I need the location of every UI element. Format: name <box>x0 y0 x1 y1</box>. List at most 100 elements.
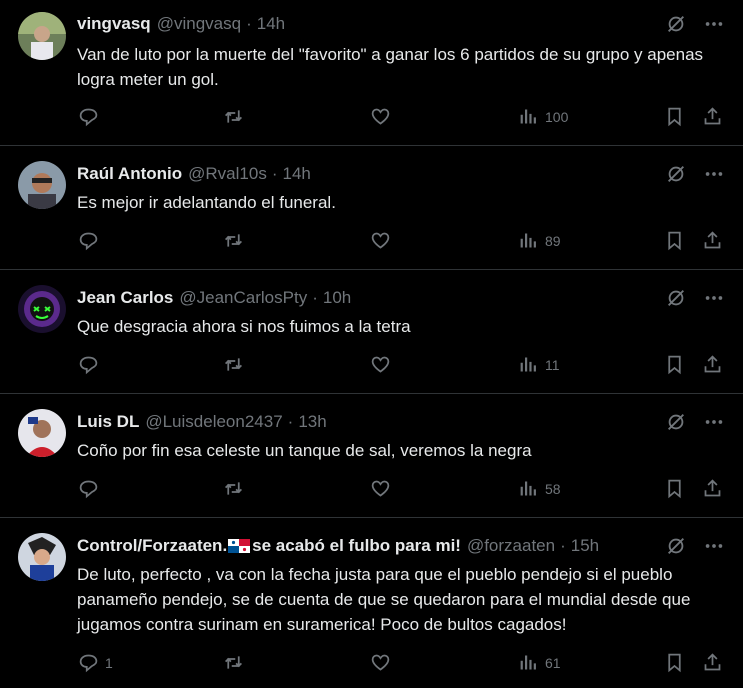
reply-icon <box>79 480 98 499</box>
author-handle[interactable]: @forzaaten <box>467 536 555 556</box>
author-handle[interactable]: @JeanCarlosPty <box>179 288 307 308</box>
views-icon <box>520 357 536 372</box>
views-button[interactable]: 100 <box>518 106 568 127</box>
more-icon[interactable] <box>703 411 725 433</box>
like-button[interactable] <box>370 354 391 375</box>
action-bar: 100 <box>0 106 743 130</box>
views-button[interactable]: 61 <box>518 652 561 673</box>
like-button[interactable] <box>370 230 391 251</box>
author-handle[interactable]: @Luisdeleon2437 <box>145 412 282 432</box>
reply-icon <box>79 654 98 673</box>
timestamp[interactable]: 14h <box>283 164 311 184</box>
views-count: 61 <box>545 654 561 671</box>
avatar[interactable] <box>18 409 66 457</box>
grok-icon[interactable] <box>665 13 687 35</box>
tweet-header: Raúl Antonio @Rval10s · 14h <box>77 163 311 185</box>
bookmark-button[interactable] <box>664 652 685 673</box>
author-name[interactable]: Luis DL <box>77 412 139 432</box>
retweet-button[interactable] <box>223 478 244 499</box>
reply-button[interactable] <box>78 478 105 499</box>
share-icon <box>704 107 721 125</box>
grok-icon[interactable] <box>665 287 687 309</box>
timestamp[interactable]: 15h <box>571 536 599 556</box>
views-icon <box>520 109 536 124</box>
tweet-text: Que desgracia ahora si nos fuimos a la t… <box>77 317 411 336</box>
like-icon <box>371 356 390 373</box>
bookmark-button[interactable] <box>664 106 685 127</box>
share-button[interactable] <box>702 354 723 375</box>
author-handle[interactable]: @vingvasq <box>157 14 241 34</box>
separator: · <box>271 164 278 183</box>
more-icon[interactable] <box>703 287 725 309</box>
bookmark-button[interactable] <box>664 354 685 375</box>
tweet-text: Van de luto por la muerte del "favorito"… <box>77 45 704 89</box>
views-count: 11 <box>545 356 560 373</box>
grok-icon[interactable] <box>665 535 687 557</box>
tweet[interactable]: vingvasq @vingvasq · 14h Van de luto por… <box>0 0 743 146</box>
reply-button[interactable] <box>78 106 105 127</box>
retweet-button[interactable] <box>223 652 244 673</box>
more-icon[interactable] <box>703 13 725 35</box>
more-icon[interactable] <box>703 163 725 185</box>
retweet-button[interactable] <box>223 106 244 127</box>
timestamp[interactable]: 10h <box>323 288 351 308</box>
author-name[interactable]: vingvasq <box>77 14 151 34</box>
reply-button[interactable]: 1 <box>78 652 113 673</box>
like-icon <box>371 480 390 497</box>
grok-icon[interactable] <box>665 163 687 185</box>
like-button[interactable] <box>370 652 391 673</box>
views-icon <box>520 481 536 496</box>
timestamp[interactable]: 13h <box>298 412 326 432</box>
avatar[interactable] <box>18 12 66 60</box>
more-icon[interactable] <box>703 535 725 557</box>
views-count: 89 <box>545 232 561 249</box>
tweet[interactable]: Luis DL @Luisdeleon2437 · 13h Coño por f… <box>0 394 743 518</box>
tweet-header: Control/Forzaaten. se acabó el fulbo par… <box>77 535 599 557</box>
bookmark-button[interactable] <box>664 478 685 499</box>
avatar[interactable] <box>18 285 66 333</box>
reply-button[interactable] <box>78 354 105 375</box>
tweet-header: Jean Carlos @JeanCarlosPty · 10h <box>77 287 351 309</box>
share-button[interactable] <box>702 106 723 127</box>
tweet[interactable]: Control/Forzaaten. se acabó el fulbo par… <box>0 518 743 688</box>
retweet-button[interactable] <box>223 354 244 375</box>
bookmark-icon <box>668 231 681 251</box>
bookmark-icon <box>668 355 681 375</box>
share-icon <box>704 355 721 373</box>
action-bar: 89 <box>0 230 743 254</box>
grok-icon[interactable] <box>665 411 687 433</box>
action-bar: 11 <box>0 354 743 378</box>
like-button[interactable] <box>370 478 391 499</box>
tweet[interactable]: Raúl Antonio @Rval10s · 14h Es mejor ir … <box>0 146 743 270</box>
views-button[interactable]: 11 <box>518 354 560 375</box>
views-button[interactable]: 58 <box>518 478 561 499</box>
author-name[interactable]: Raúl Antonio <box>77 164 182 184</box>
reply-button[interactable] <box>78 230 105 251</box>
action-bar: 1 61 <box>0 652 743 676</box>
avatar[interactable] <box>18 533 66 581</box>
like-button[interactable] <box>370 106 391 127</box>
retweet-button[interactable] <box>223 230 244 251</box>
views-icon <box>520 655 536 670</box>
author-name[interactable]: Jean Carlos <box>77 288 173 308</box>
like-icon <box>371 654 390 671</box>
bookmark-icon <box>668 107 681 127</box>
bookmark-button[interactable] <box>664 230 685 251</box>
tweet-header: vingvasq @vingvasq · 14h <box>77 13 285 35</box>
views-count: 58 <box>545 480 561 497</box>
author-handle[interactable]: @Rval10s <box>188 164 267 184</box>
tweet[interactable]: Jean Carlos @JeanCarlosPty · 10h Que des… <box>0 270 743 394</box>
like-icon <box>371 108 390 125</box>
avatar[interactable] <box>18 161 66 209</box>
timestamp[interactable]: 14h <box>257 14 285 34</box>
reply-icon <box>79 232 98 251</box>
share-button[interactable] <box>702 478 723 499</box>
share-button[interactable] <box>702 230 723 251</box>
share-button[interactable] <box>702 652 723 673</box>
bookmark-icon <box>668 653 681 673</box>
views-button[interactable]: 89 <box>518 230 561 251</box>
share-icon <box>704 653 721 671</box>
author-name[interactable]: Control/Forzaaten. <box>77 536 227 556</box>
reply-icon <box>79 356 98 375</box>
share-icon <box>704 479 721 497</box>
